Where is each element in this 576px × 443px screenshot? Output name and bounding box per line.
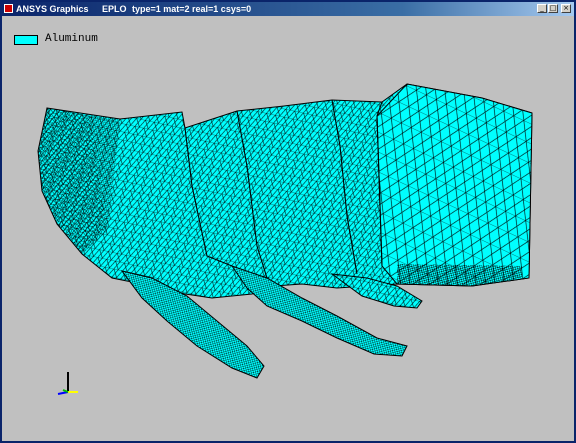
element-mesh-plot[interactable]	[2, 16, 574, 441]
element-attributes: type=1 mat=2 real=1 csys=0	[132, 4, 252, 14]
minimize-button[interactable]: _	[537, 4, 547, 13]
graphics-viewport[interactable]: Aluminum	[2, 16, 574, 441]
title-bar[interactable]: ANSYS Graphics EPLO type=1 mat=2 real=1 …	[2, 2, 574, 16]
ansys-graphics-window: ANSYS Graphics EPLO type=1 mat=2 real=1 …	[0, 0, 576, 443]
command-label: EPLO	[102, 4, 127, 14]
window-title: ANSYS Graphics	[16, 4, 89, 14]
ansys-app-icon[interactable]	[4, 4, 13, 13]
close-button[interactable]: ×	[561, 4, 571, 13]
maximize-button[interactable]: □	[548, 4, 558, 13]
coordinate-triad-icon	[57, 372, 78, 395]
mesh-body	[37, 83, 533, 299]
